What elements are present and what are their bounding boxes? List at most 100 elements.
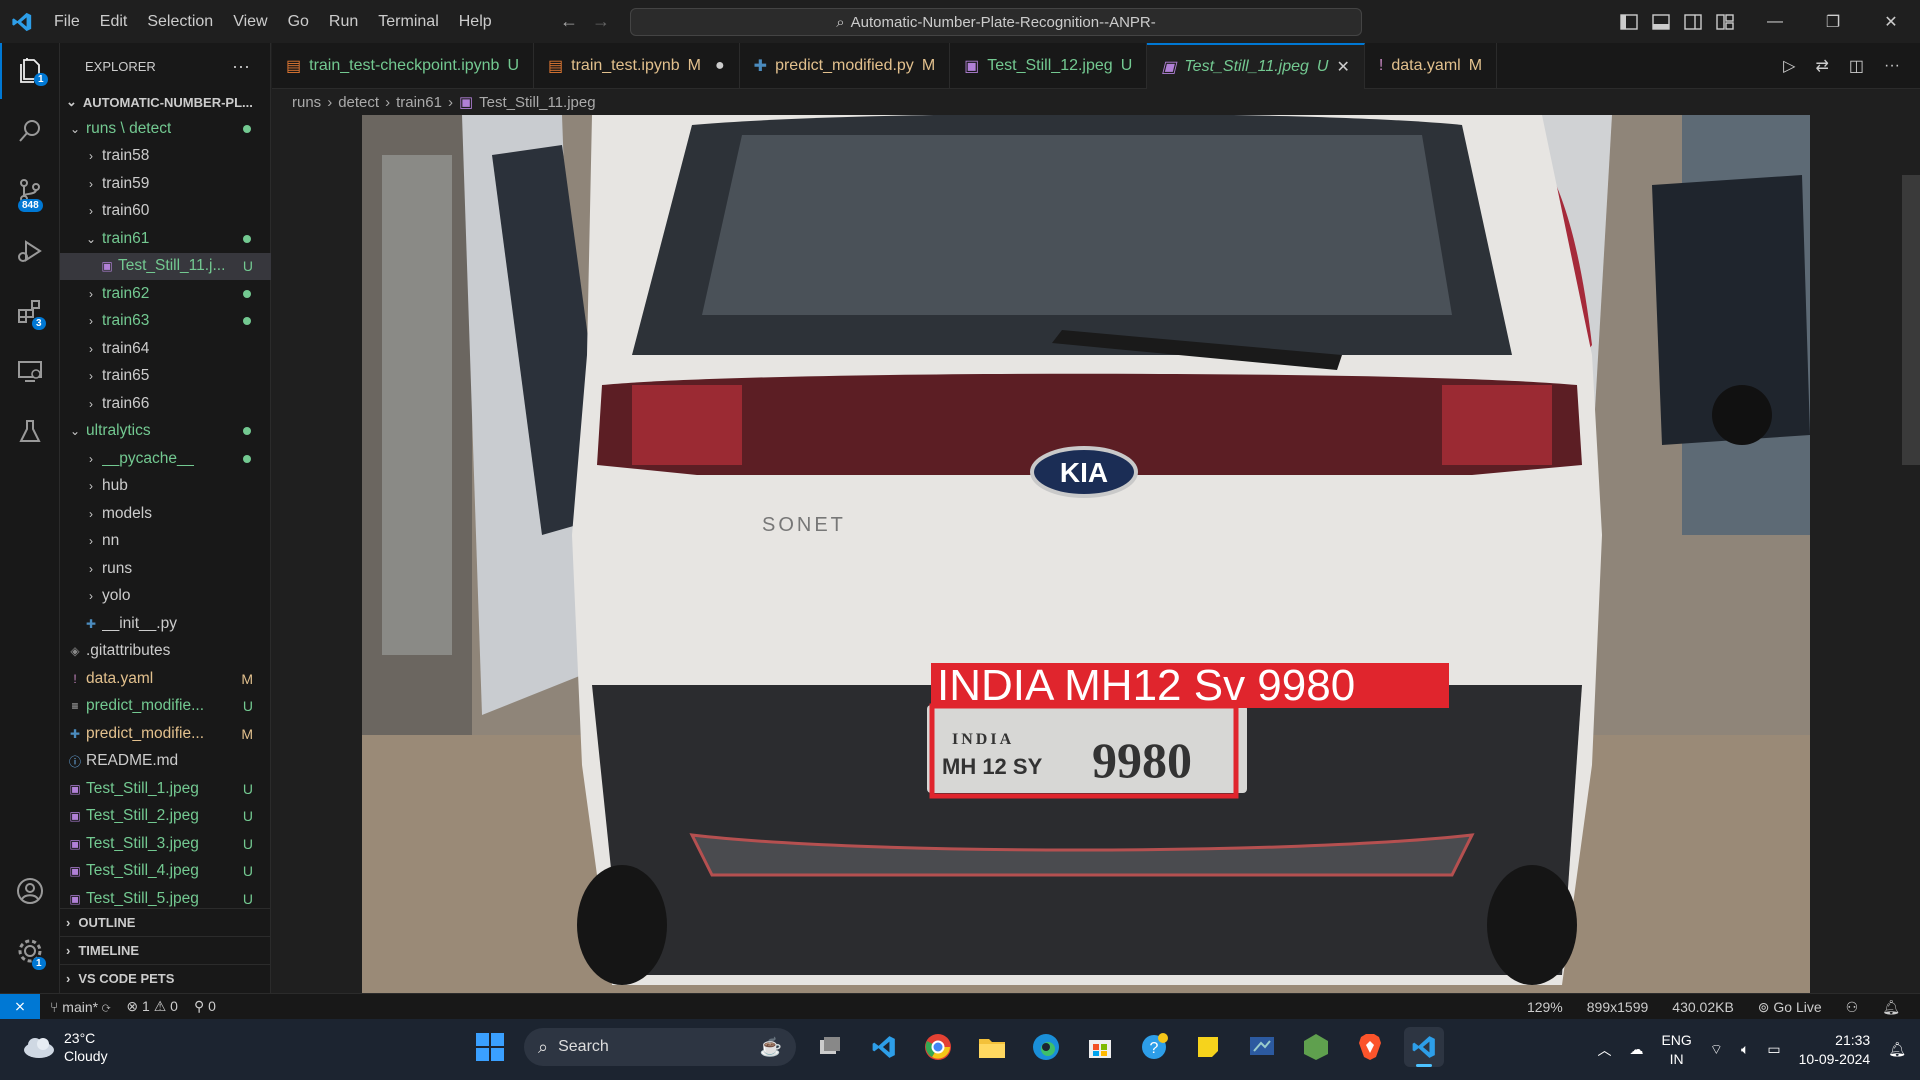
tree-item[interactable]: › nn bbox=[60, 528, 271, 556]
volume-icon[interactable]: 🔈︎ bbox=[1741, 1041, 1749, 1058]
sticky-notes-icon[interactable] bbox=[1188, 1027, 1228, 1067]
explorer-icon[interactable]: 1 bbox=[0, 43, 60, 99]
branch-indicator[interactable]: ⑂ main* ⟳ bbox=[50, 999, 110, 1015]
chrome-icon[interactable] bbox=[918, 1027, 958, 1067]
tree-item[interactable]: › hub bbox=[60, 473, 271, 501]
edge-icon[interactable] bbox=[1026, 1027, 1066, 1067]
timeline-section[interactable]: › TIMELINE bbox=[60, 936, 271, 964]
menu-file[interactable]: File bbox=[44, 0, 90, 43]
tab-test-still-12-jpeg[interactable]: ▣ Test_Still_12.jpeg U bbox=[950, 43, 1148, 89]
toggle-panel-icon[interactable] bbox=[1652, 13, 1670, 30]
notifications-bell-icon[interactable]: 🔔︎ bbox=[1882, 999, 1900, 1016]
car-photo[interactable]: KIA SONET INDIA MH 12 SY 9980 INDIA MH12… bbox=[362, 115, 1810, 993]
remote-indicator-icon[interactable]: ⨯ bbox=[0, 993, 40, 1020]
extensions-icon[interactable]: 3 bbox=[0, 283, 60, 339]
weather-widget[interactable]: 23°C Cloudy bbox=[22, 1029, 108, 1065]
remote-desktop-icon[interactable] bbox=[1242, 1027, 1282, 1067]
tree-item[interactable]: ! data.yaml M bbox=[60, 665, 271, 693]
microsoft-store-icon[interactable] bbox=[1080, 1027, 1120, 1067]
tab-test-still-11-jpeg[interactable]: ▣ Test_Still_11.jpeg U ✕ bbox=[1147, 43, 1365, 89]
ports-indicator[interactable]: ⚲ 0 bbox=[194, 998, 216, 1015]
breadcrumb-file[interactable]: Test_Still_11.jpeg bbox=[479, 94, 595, 111]
tree-item[interactable]: ⓘ README.md bbox=[60, 748, 271, 776]
tree-item[interactable]: ✚ predict_modifie... M bbox=[60, 720, 271, 748]
tree-item[interactable]: ▣ Test_Still_2.jpeg U bbox=[60, 803, 271, 831]
accounts-icon[interactable] bbox=[0, 863, 60, 919]
problems-indicator[interactable]: ⊗ 1 ⚠ 0 bbox=[126, 998, 178, 1015]
notification-center-icon[interactable]: 🔔︎ bbox=[1888, 1041, 1906, 1058]
tree-item[interactable]: ◈ .gitattributes bbox=[60, 638, 271, 666]
tree-item[interactable]: ⌄ runs \ detect bbox=[60, 115, 271, 143]
tree-item[interactable]: › train63 bbox=[60, 308, 271, 336]
show-hidden-icons-icon[interactable]: ︿ bbox=[1597, 1040, 1611, 1060]
tree-item[interactable]: › train62 bbox=[60, 280, 271, 308]
file-explorer-icon[interactable] bbox=[972, 1027, 1012, 1067]
tree-item[interactable]: › train58 bbox=[60, 143, 271, 171]
toggle-secondary-sidebar-icon[interactable] bbox=[1684, 13, 1702, 30]
nodejs-icon[interactable] bbox=[1296, 1027, 1336, 1067]
go-live-button[interactable]: ⊚ Go Live bbox=[1758, 999, 1822, 1016]
clock[interactable]: 21:33 10-09-2024 bbox=[1799, 1031, 1871, 1069]
compare-changes-icon[interactable]: ⇄ bbox=[1815, 56, 1828, 76]
menu-terminal[interactable]: Terminal bbox=[368, 0, 448, 43]
menu-help[interactable]: Help bbox=[449, 0, 502, 43]
zoom-level[interactable]: 129% bbox=[1527, 999, 1563, 1015]
tree-item[interactable]: › runs bbox=[60, 555, 271, 583]
project-folder[interactable]: ⌄ AUTOMATIC-NUMBER-PL... bbox=[60, 89, 270, 115]
customize-layout-icon[interactable] bbox=[1716, 13, 1734, 30]
tree-item[interactable]: › yolo bbox=[60, 583, 271, 611]
tree-item[interactable]: › train59 bbox=[60, 170, 271, 198]
vscode-active-taskbar-icon[interactable] bbox=[1404, 1027, 1444, 1067]
tree-item[interactable]: ▣ Test_Still_11.j... U bbox=[60, 252, 271, 280]
close-icon[interactable]: ✕ bbox=[1862, 0, 1920, 43]
copilot-icon[interactable]: ⚇ bbox=[1846, 999, 1859, 1016]
tab-train-test-ipynb[interactable]: ▤ train_test.ipynb M ● bbox=[534, 43, 740, 89]
tree-item[interactable]: › train64 bbox=[60, 335, 271, 363]
tree-item[interactable]: ▣ Test_Still_3.jpeg U bbox=[60, 830, 271, 858]
menu-go[interactable]: Go bbox=[278, 0, 319, 43]
tab-predict-modified-py[interactable]: ✚ predict_modified.py M bbox=[740, 43, 951, 89]
search-view-icon[interactable] bbox=[0, 103, 60, 159]
vscode-taskbar-icon[interactable] bbox=[864, 1027, 904, 1067]
minimize-icon[interactable]: — bbox=[1746, 0, 1804, 43]
run-debug-icon[interactable] bbox=[0, 223, 60, 279]
onedrive-icon[interactable]: ☁ bbox=[1629, 1041, 1643, 1058]
tree-item[interactable]: › train65 bbox=[60, 363, 271, 391]
menu-view[interactable]: View bbox=[223, 0, 277, 43]
tree-item[interactable]: ⌄ train61 bbox=[60, 225, 271, 253]
command-center[interactable]: ⌕ Automatic-Number-Plate-Recognition--AN… bbox=[630, 8, 1362, 36]
tree-item[interactable]: › models bbox=[60, 500, 271, 528]
taskbar-search[interactable]: ⌕ Search ☕ bbox=[524, 1028, 796, 1066]
tree-item[interactable]: › train66 bbox=[60, 390, 271, 418]
restore-icon[interactable]: ❐ bbox=[1804, 0, 1862, 43]
tree-item[interactable]: › __pycache__ bbox=[60, 445, 271, 473]
more-actions-icon[interactable]: ··· bbox=[232, 56, 250, 77]
brave-icon[interactable] bbox=[1350, 1027, 1390, 1067]
menu-edit[interactable]: Edit bbox=[90, 0, 138, 43]
tree-item[interactable]: ▣ Test_Still_4.jpeg U bbox=[60, 858, 271, 886]
forward-arrow-icon[interactable]: → bbox=[592, 11, 610, 32]
toggle-primary-sidebar-icon[interactable] bbox=[1620, 13, 1638, 30]
source-control-icon[interactable]: 848 bbox=[0, 163, 60, 219]
tree-item[interactable]: ⌄ ultralytics bbox=[60, 418, 271, 446]
menu-run[interactable]: Run bbox=[319, 0, 368, 43]
start-button[interactable] bbox=[470, 1027, 510, 1067]
menu-selection[interactable]: Selection bbox=[137, 0, 223, 43]
close-tab-icon[interactable]: ✕ bbox=[1336, 57, 1349, 77]
breadcrumb-train61[interactable]: train61 bbox=[396, 94, 442, 111]
testing-icon[interactable] bbox=[0, 403, 60, 459]
unsaved-dot-icon[interactable]: ● bbox=[715, 57, 725, 75]
breadcrumb-runs[interactable]: runs bbox=[292, 94, 321, 111]
tab-train-test-checkpoint-ipynb[interactable]: ▤ train_test-checkpoint.ipynb U bbox=[272, 43, 535, 89]
language-indicator[interactable]: ENG IN bbox=[1661, 1031, 1691, 1069]
tree-item[interactable]: › train60 bbox=[60, 198, 271, 226]
help-app-icon[interactable]: ? bbox=[1134, 1027, 1174, 1067]
breadcrumb-detect[interactable]: detect bbox=[338, 94, 379, 111]
remote-explorer-icon[interactable] bbox=[0, 343, 60, 399]
manage-gear-icon[interactable]: 1 bbox=[0, 923, 60, 979]
battery-icon[interactable]: ▭ bbox=[1767, 1041, 1780, 1058]
wifi-icon[interactable]: ⌔ bbox=[1710, 1041, 1723, 1059]
task-view-icon[interactable] bbox=[810, 1027, 850, 1067]
tree-item[interactable]: ▣ Test_Still_1.jpeg U bbox=[60, 775, 271, 803]
run-icon[interactable]: ▷ bbox=[1783, 56, 1795, 76]
